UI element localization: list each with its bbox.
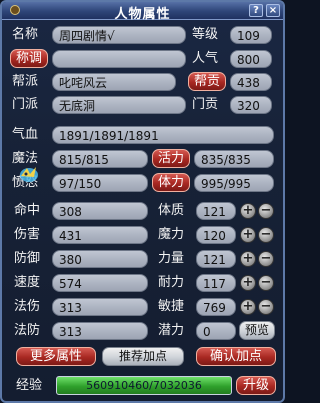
attribute-value: 121 xyxy=(196,250,236,268)
window-title: 人物属性 xyxy=(114,7,171,22)
combat-value: 380 xyxy=(52,250,148,268)
vigor-button[interactable]: 活力 xyxy=(152,149,190,168)
combat-value: 313 xyxy=(52,322,148,340)
help-button[interactable]: ? xyxy=(249,4,263,17)
attribute-label: 力量 xyxy=(158,251,185,266)
popularity-field: 800 xyxy=(230,50,272,68)
gang-label: 帮派 xyxy=(12,74,39,89)
anger-field: 97/150 xyxy=(52,174,148,192)
combat-value: 308 xyxy=(52,202,148,220)
level-field: 109 xyxy=(230,26,272,44)
name-field: 周四剧情√ xyxy=(52,26,186,44)
popularity-label: 人气 xyxy=(192,51,219,66)
hp-field: 1891/1891/1891 xyxy=(52,126,274,144)
school-label: 门派 xyxy=(12,97,39,112)
combat-label: 伤害 xyxy=(14,227,41,242)
attribute-value: 121 xyxy=(196,202,236,220)
plus-icon[interactable]: + xyxy=(240,227,256,243)
combat-label: 法伤 xyxy=(14,299,41,314)
attribute-label: 耐力 xyxy=(158,275,185,290)
combat-value: 313 xyxy=(52,298,148,316)
minus-icon[interactable]: − xyxy=(258,275,274,291)
combat-value: 574 xyxy=(52,274,148,292)
attribute-value: 769 xyxy=(196,298,236,316)
minus-icon[interactable]: − xyxy=(258,299,274,315)
more-attributes-button[interactable]: 更多属性 xyxy=(16,347,96,366)
character-attributes-window: 人物属性 ? × 名称 周四剧情√ 等级 109 称调 人气 800 帮派 叱咤… xyxy=(0,0,285,403)
close-button[interactable]: × xyxy=(266,4,280,17)
combat-label: 速度 xyxy=(14,275,41,290)
name-label: 名称 xyxy=(12,27,39,42)
potential-label: 潜力 xyxy=(158,323,185,338)
plus-icon[interactable]: + xyxy=(240,299,256,315)
mp-field: 815/815 xyxy=(52,150,148,168)
attribute-label: 敏捷 xyxy=(158,299,185,314)
level-label: 等级 xyxy=(192,27,219,42)
combat-label: 法防 xyxy=(14,323,41,338)
upgrade-button[interactable]: 升级 xyxy=(236,376,276,395)
school-contribution-field: 320 xyxy=(230,96,272,114)
attribute-label: 体质 xyxy=(158,203,185,218)
preview-button[interactable]: 预览 xyxy=(239,321,275,340)
stamina-field: 995/995 xyxy=(194,174,274,192)
plus-icon[interactable]: + xyxy=(240,251,256,267)
minus-icon[interactable]: − xyxy=(258,251,274,267)
experience-label: 经验 xyxy=(16,378,43,393)
plus-icon[interactable]: + xyxy=(240,203,256,219)
experience-bar: 560910460/7032036 xyxy=(56,376,232,395)
gang-contribution-button[interactable]: 帮贡 xyxy=(188,72,226,91)
title-button[interactable]: 称调 xyxy=(10,49,48,68)
plus-icon[interactable]: + xyxy=(240,275,256,291)
sprite-pet-icon xyxy=(18,164,40,184)
title-field xyxy=(52,50,186,68)
minus-icon[interactable]: − xyxy=(258,227,274,243)
school-field: 无底洞 xyxy=(52,96,186,114)
gang-field: 叱咤风云 xyxy=(52,73,176,91)
stamina-button[interactable]: 体力 xyxy=(152,173,190,192)
combat-value: 431 xyxy=(52,226,148,244)
attribute-label: 魔力 xyxy=(158,227,185,242)
attribute-value: 117 xyxy=(196,274,236,292)
school-contribution-label: 门贡 xyxy=(192,97,219,112)
recommend-points-button[interactable]: 推荐加点 xyxy=(102,347,184,366)
gang-contribution-field: 438 xyxy=(230,73,272,91)
potential-value: 0 xyxy=(196,322,236,340)
hp-label: 气血 xyxy=(12,127,39,142)
minus-icon[interactable]: − xyxy=(258,203,274,219)
combat-label: 命中 xyxy=(14,203,41,218)
attribute-value: 120 xyxy=(196,226,236,244)
combat-label: 防御 xyxy=(14,251,41,266)
confirm-points-button[interactable]: 确认加点 xyxy=(196,347,276,366)
vigor-field: 835/835 xyxy=(194,150,274,168)
title-bar[interactable]: 人物属性 ? × xyxy=(2,2,283,22)
